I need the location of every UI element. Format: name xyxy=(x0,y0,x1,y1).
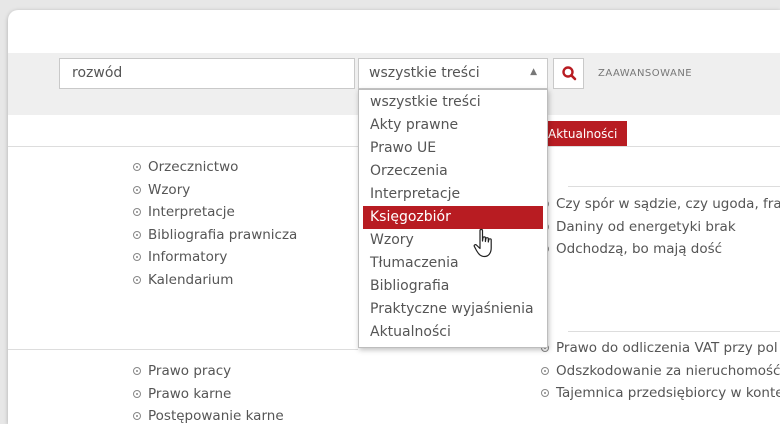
dropdown-option[interactable]: Bibliografia xyxy=(359,275,547,298)
scope-select[interactable]: wszystkie treści ▲ xyxy=(358,58,548,89)
news-divider-top xyxy=(568,186,780,187)
page-frame: rozwód wszystkie treści ▲ ZAAWANSOWANE A… xyxy=(8,10,780,424)
triangle-up-icon: ▲ xyxy=(530,67,537,77)
category-link[interactable]: Bibliografia prawnicza xyxy=(133,224,297,247)
bullet-icon xyxy=(541,366,549,375)
news-item[interactable]: Prawo do odliczenia VAT przy pol xyxy=(541,337,780,360)
category-links: Orzecznictwo Wzory Interpretacje Bibliograf… xyxy=(133,156,297,291)
bullet-icon xyxy=(133,185,141,194)
dropdown-option[interactable]: Księgozbiór xyxy=(363,206,543,229)
law-area-links: Prawo pracy Prawo karne Postępowanie karne xyxy=(133,360,284,424)
dropdown-option[interactable]: Prawo UE xyxy=(359,137,547,160)
search-button[interactable] xyxy=(553,58,584,89)
news-divider-bottom xyxy=(568,331,780,332)
news-item-label: Odchodzą, bo mają dość xyxy=(556,241,723,257)
dropdown-option[interactable]: Akty prawne xyxy=(359,114,547,137)
category-link-label: Orzecznictwo xyxy=(148,159,239,175)
search-icon xyxy=(562,66,577,81)
news-item[interactable]: Daniny od energetyki brak xyxy=(541,216,780,239)
law-area-link-label: Prawo karne xyxy=(148,385,232,402)
bullet-icon xyxy=(133,389,141,398)
advanced-search-link[interactable]: ZAAWANSOWANE xyxy=(598,68,692,79)
scope-dropdown: wszystkie treści Akty prawne Prawo UE Orzec… xyxy=(358,89,548,348)
hand-pointer-icon xyxy=(473,228,492,258)
bullet-icon xyxy=(133,275,141,284)
scope-select-value: wszystkie treści xyxy=(369,65,480,81)
news-item[interactable]: Odchodzą, bo mają dość xyxy=(541,238,780,261)
news-item-label: Daniny od energetyki brak xyxy=(556,218,736,235)
news-item[interactable]: Odszkodowanie za nieruchomość xyxy=(541,360,780,383)
category-link-label: Informatory xyxy=(148,249,228,265)
bullet-icon xyxy=(133,163,141,171)
dropdown-option[interactable]: Wzory xyxy=(359,229,547,252)
law-area-link[interactable]: Postępowanie karne xyxy=(133,405,284,424)
category-link-label: Bibliografia prawnicza xyxy=(148,226,298,243)
bullet-icon xyxy=(133,208,141,216)
news-item-label: Odszkodowanie za nieruchomość xyxy=(556,362,780,379)
bullet-icon xyxy=(133,367,141,375)
dropdown-option[interactable]: Interpretacje xyxy=(359,183,547,206)
bullet-icon xyxy=(133,412,141,420)
search-input[interactable]: rozwód xyxy=(59,58,355,89)
dropdown-option[interactable]: Praktyczne wyjaśnienia xyxy=(359,298,547,321)
news-list-top: Czy spór w sądzie, czy ugoda, fra Daniny … xyxy=(541,193,780,261)
news-item-label: Czy spór w sądzie, czy ugoda, fra xyxy=(556,196,780,212)
news-item-label: Tajemnica przedsiębiorcy w konte xyxy=(556,385,780,401)
category-link[interactable]: Informatory xyxy=(133,246,297,269)
category-link-label: Interpretacje xyxy=(148,204,235,220)
news-item-label: Prawo do odliczenia VAT przy pol xyxy=(556,340,778,356)
news-list-bottom: Prawo do odliczenia VAT przy pol Odszkodo… xyxy=(541,337,780,405)
category-link[interactable]: Wzory xyxy=(133,179,297,202)
dropdown-option[interactable]: Aktualności xyxy=(359,321,547,344)
dropdown-option[interactable]: Tłumaczenia xyxy=(359,252,547,275)
bullet-icon xyxy=(133,230,141,239)
bullet-icon xyxy=(133,253,141,261)
category-link-label: Kalendarium xyxy=(148,271,234,288)
category-link[interactable]: Interpretacje xyxy=(133,201,297,224)
law-area-link-label: Postępowanie karne xyxy=(148,408,284,424)
category-link[interactable]: Kalendarium xyxy=(133,269,297,292)
dropdown-option[interactable]: Orzeczenia xyxy=(359,160,547,183)
category-link-label: Wzory xyxy=(148,181,191,198)
bullet-icon xyxy=(541,389,549,397)
law-area-link-label: Prawo pracy xyxy=(148,363,232,379)
section-divider xyxy=(8,349,358,350)
category-link[interactable]: Orzecznictwo xyxy=(133,156,297,179)
news-item[interactable]: Tajemnica przedsiębiorcy w konte xyxy=(541,382,780,405)
news-item[interactable]: Czy spór w sądzie, czy ugoda, fra xyxy=(541,193,780,216)
law-area-link[interactable]: Prawo karne xyxy=(133,383,284,406)
law-area-link[interactable]: Prawo pracy xyxy=(133,360,284,383)
dropdown-option[interactable]: wszystkie treści xyxy=(359,91,547,114)
